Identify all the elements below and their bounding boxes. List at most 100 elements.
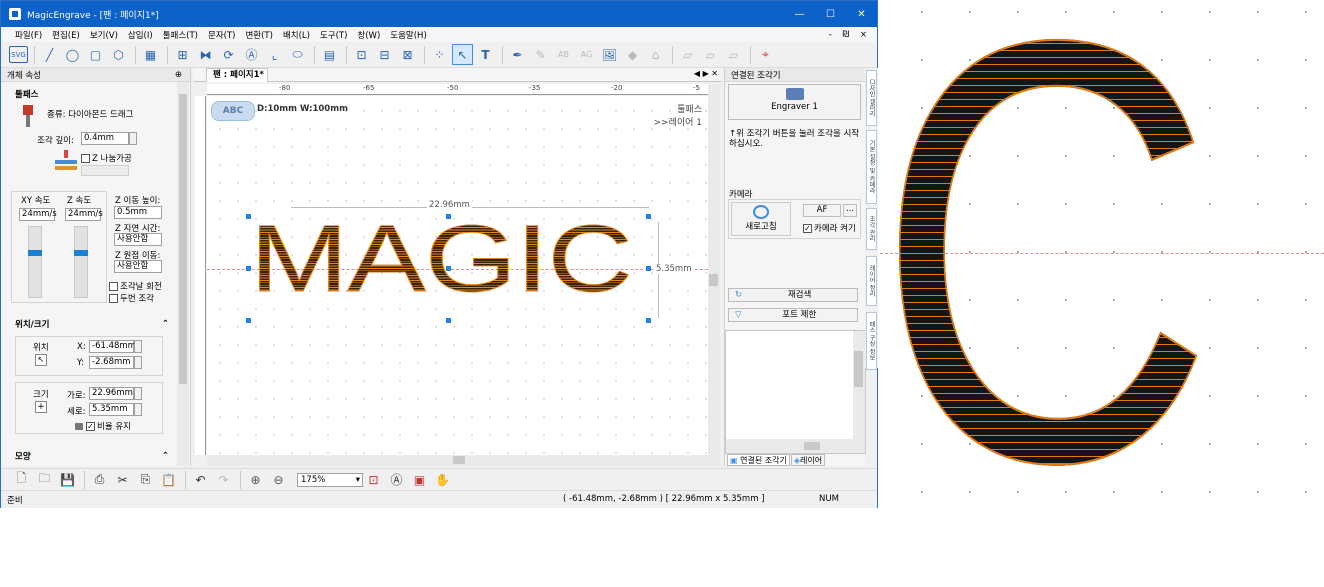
selection-handle[interactable] (446, 318, 451, 323)
menu-view[interactable]: 보기(V) (90, 29, 118, 41)
selection-handle[interactable] (246, 318, 251, 323)
zoom-text-icon[interactable]: Ⓐ (386, 469, 407, 490)
depth-spinner[interactable] (129, 132, 137, 145)
ellipse-tool-icon[interactable]: ◯ (62, 44, 83, 65)
menu-transform[interactable]: 변환(T) (245, 29, 272, 41)
depth-value[interactable]: 0.4mm (81, 132, 129, 145)
keep-ratio-checkbox[interactable]: ✓ 비율 유지 (75, 420, 131, 432)
offset-icon[interactable]: ⌞ (264, 44, 285, 65)
menu-edit[interactable]: 편집(E) (52, 29, 80, 41)
engraver-list[interactable] (725, 330, 866, 454)
selection-handle[interactable] (246, 214, 251, 219)
pattern-tool-icon[interactable]: ▦ (140, 44, 161, 65)
x-spinner[interactable] (134, 340, 142, 353)
open-folder-icon[interactable]: 🗀 (34, 469, 55, 490)
select-arrow-icon[interactable]: ↖ (452, 44, 473, 65)
weld-icon[interactable]: ⬭ (287, 44, 308, 65)
y-spinner[interactable] (134, 356, 142, 369)
cut-icon[interactable]: ✂ (112, 469, 133, 490)
y-field[interactable]: -2.68mm (89, 356, 134, 369)
toolpath-section-header[interactable]: 툴패스 (1, 88, 190, 100)
close-button[interactable]: ✕ (846, 1, 877, 27)
shape-section-header[interactable]: 모양 ⌃ (1, 450, 191, 462)
tab-nav-controls[interactable]: ◀ ▶ ✕ (694, 69, 718, 78)
save-icon[interactable]: 💾 (57, 469, 78, 490)
node-edit-icon[interactable]: ⁘ (429, 44, 450, 65)
menu-tools[interactable]: 도구(T) (320, 29, 347, 41)
line-tool-icon[interactable]: ╱ (39, 44, 60, 65)
x-field[interactable]: -61.48mm (89, 340, 136, 353)
menu-insert[interactable]: 삽입(I) (128, 29, 153, 41)
pin-icon[interactable]: ⊕ (175, 70, 182, 80)
menu-toolpath[interactable]: 툴패스(T) (163, 29, 198, 41)
selection-handle[interactable] (446, 266, 451, 271)
engraver-button[interactable]: Engraver 1 (728, 84, 861, 120)
selection-handle[interactable] (246, 266, 251, 271)
ungroup-icon[interactable]: ▱ (700, 44, 721, 65)
depth-field[interactable]: 0.4mm (81, 132, 137, 145)
selection-handle[interactable] (646, 214, 651, 219)
eraser-icon[interactable]: ◆ (622, 44, 643, 65)
stamp-icon[interactable]: ⌂ (645, 44, 666, 65)
text-outline-icon[interactable]: AG (576, 44, 597, 65)
brush-icon[interactable]: ✎ (530, 44, 551, 65)
align-center-icon[interactable]: ⊡ (351, 44, 372, 65)
minimize-button[interactable]: — (784, 1, 815, 27)
text-tool-icon[interactable]: T (475, 44, 496, 65)
z-multipass-checkbox[interactable]: Z 나눔가공 (81, 152, 132, 164)
height-field[interactable]: 5.35mm (89, 403, 134, 416)
mirror-icon[interactable]: ⧓ (195, 44, 216, 65)
rotate-blade-checkbox[interactable]: 조각날 회전 (109, 280, 162, 292)
list-vscroll[interactable] (853, 331, 865, 439)
tab-connected-engraver[interactable]: ▣ 연결된 조각기 (727, 454, 790, 466)
combine-icon[interactable]: ▱ (723, 44, 744, 65)
camera-toggle-checkbox[interactable]: ✓ 카메라 켜기 (803, 222, 856, 234)
zoom-selection-icon[interactable]: ⊡ (363, 469, 384, 490)
svg-import-icon[interactable]: SVG (9, 46, 28, 63)
magic-text-object[interactable]: MAGIC (250, 212, 634, 307)
text-frame-icon[interactable]: Ⓐ (241, 44, 262, 65)
new-file-icon[interactable]: 🗋 (11, 469, 32, 490)
twice-engrave-checkbox[interactable]: 두번 조각 (109, 292, 154, 304)
selection-handle[interactable] (646, 318, 651, 323)
menu-arrange[interactable]: 배치(L) (283, 29, 310, 41)
canvas-hscroll[interactable] (207, 455, 720, 466)
design-canvas[interactable]: ABC D:10mm W:100mm 툴패스 >>레이어 1 22.96mm 5… (207, 96, 708, 455)
tab-layer[interactable]: ◈레이어 (790, 454, 826, 466)
rectangle-tool-icon[interactable]: ▢ (85, 44, 106, 65)
camera-more-button[interactable]: ... (843, 204, 857, 217)
grid-icon[interactable]: ⊞ (172, 44, 193, 65)
selection-handle[interactable] (446, 214, 451, 219)
menu-text[interactable]: 문자(T) (208, 29, 235, 41)
rotate-icon[interactable]: ⟳ (218, 44, 239, 65)
z-speed-field[interactable]: 24mm/s (65, 208, 103, 221)
menu-help[interactable]: 도움말(H) (390, 29, 426, 41)
selection-handle[interactable] (646, 266, 651, 271)
left-panel-scrollbar[interactable] (177, 82, 189, 466)
copy-icon[interactable]: ⎘ (135, 469, 156, 490)
collapse-icon[interactable]: ⌃ (162, 451, 169, 461)
paste-icon[interactable]: 📋 (158, 469, 179, 490)
zoom-select[interactable]: 175% ▾ (297, 472, 363, 487)
menu-window[interactable]: 창(W) (357, 29, 380, 41)
crosshair-icon[interactable]: ⌖ (755, 44, 776, 65)
polygon-tool-icon[interactable]: ⬡ (108, 44, 129, 65)
size-anchor-icon[interactable]: + (35, 401, 47, 413)
z-delay-select[interactable]: 사용안함 (114, 233, 162, 246)
text-to-curve-icon[interactable]: AB (553, 44, 574, 65)
canvas-vscroll[interactable] (708, 84, 720, 455)
xy-speed-field[interactable]: 24mm/s (19, 208, 57, 221)
width-field[interactable]: 22.96mm (89, 387, 134, 400)
height-spinner[interactable] (134, 403, 142, 416)
material-badge[interactable]: ABC (211, 101, 255, 121)
pen-tool-icon[interactable]: ✒ (507, 44, 528, 65)
rescan-button[interactable]: ↻ 재검색 (728, 288, 858, 302)
z-speed-slider[interactable] (74, 226, 88, 298)
zoom-page-icon[interactable]: ▣ (409, 469, 430, 490)
align-middle-icon[interactable]: ⊟ (374, 44, 395, 65)
pan-hand-icon[interactable]: ✋ (432, 469, 453, 490)
zoom-in-icon[interactable]: ⊕ (245, 469, 266, 490)
maximize-button[interactable]: ☐ (815, 1, 846, 27)
list-hscroll[interactable] (726, 439, 865, 453)
group-icon[interactable]: ▱ (677, 44, 698, 65)
